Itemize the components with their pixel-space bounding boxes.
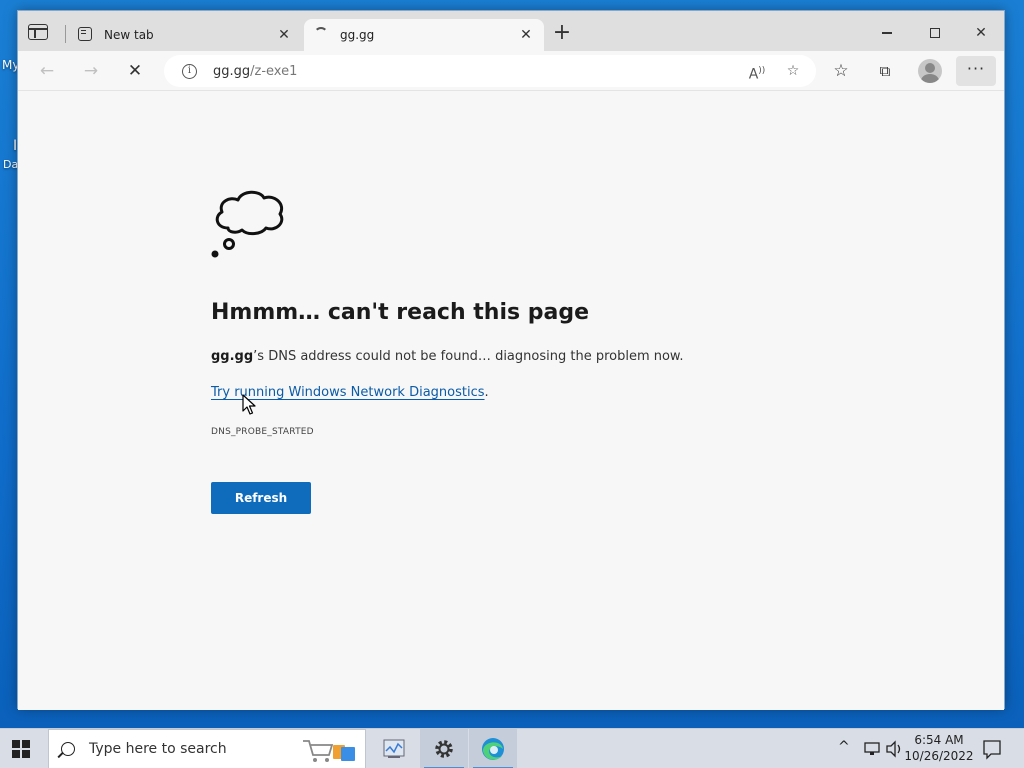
- edge-browser-icon: [482, 738, 504, 760]
- notification-icon: [983, 740, 1001, 760]
- taskbar-search[interactable]: Type here to search: [48, 729, 366, 768]
- maximize-button[interactable]: [912, 19, 958, 47]
- back-button[interactable]: ←: [34, 59, 60, 83]
- error-code: DNS_PROBE_STARTED: [211, 427, 314, 437]
- mouse-cursor-icon: [242, 394, 256, 415]
- minimize-icon: [882, 32, 892, 34]
- error-title: Hmmm… can't reach this page: [211, 300, 590, 325]
- profile-avatar[interactable]: [918, 59, 942, 83]
- url-host: gg.gg: [213, 63, 251, 79]
- collections-icon[interactable]: ⧉: [872, 59, 898, 83]
- thought-cloud-icon: [211, 190, 284, 258]
- search-icon: [61, 742, 75, 756]
- tab-actions-icon[interactable]: [28, 24, 48, 40]
- minimize-button[interactable]: [864, 19, 910, 47]
- tab-new-tab[interactable]: New tab ✕: [68, 19, 302, 51]
- site-info-icon[interactable]: i: [182, 63, 197, 79]
- close-window-button[interactable]: ✕: [958, 19, 1004, 47]
- close-tab-icon[interactable]: ✕: [276, 27, 292, 43]
- address-bar[interactable]: i gg.gg/z-exe1 A)) ☆: [164, 55, 816, 87]
- maximize-icon: [930, 28, 940, 38]
- error-description-text: ’s DNS address could not be found… diagn…: [253, 349, 684, 364]
- taskbar-app-task-manager[interactable]: [370, 729, 418, 768]
- link-suffix: .: [484, 385, 489, 400]
- notifications-button[interactable]: [982, 729, 1002, 768]
- start-button[interactable]: [12, 740, 30, 758]
- settings-and-more-button[interactable]: ···: [956, 56, 996, 86]
- new-tab-page-icon: [78, 27, 94, 43]
- clock[interactable]: 6:54 AM 10/26/2022: [904, 732, 974, 764]
- show-hidden-icons[interactable]: ^: [838, 729, 850, 768]
- read-aloud-icon[interactable]: A)): [744, 59, 770, 83]
- add-favorite-icon[interactable]: ☆: [780, 59, 806, 83]
- network-icon: [864, 742, 880, 755]
- error-host: gg.gg: [211, 349, 254, 364]
- taskbar-app-settings[interactable]: [420, 729, 468, 768]
- volume-tray[interactable]: [884, 729, 904, 768]
- tab-gg-gg[interactable]: gg.gg ✕: [304, 19, 544, 51]
- close-icon: ✕: [975, 25, 987, 41]
- refresh-button[interactable]: Refresh: [211, 482, 311, 514]
- task-manager-icon: [383, 739, 405, 758]
- tab-label: New tab: [104, 28, 154, 42]
- tab-label: gg.gg: [340, 28, 375, 42]
- network-tray[interactable]: [862, 729, 882, 768]
- clock-date: 10/26/2022: [904, 749, 974, 763]
- windows-logo-icon: [12, 740, 20, 748]
- tab-separator: [65, 25, 66, 43]
- search-placeholder: Type here to search: [89, 741, 227, 757]
- chevron-up-icon: ^: [838, 739, 850, 755]
- taskbar: Type here to search ^ 6:54 AM 10/26/2022: [0, 728, 1024, 768]
- favorites-icon[interactable]: ☆: [828, 59, 854, 83]
- taskbar-app-edge[interactable]: [469, 729, 517, 768]
- error-description: gg.gg’s DNS address could not be found… …: [211, 349, 684, 364]
- close-tab-icon[interactable]: ✕: [518, 27, 534, 43]
- shopping-cart-icon: [303, 740, 355, 762]
- desktop-icon-label[interactable]: Da: [3, 158, 18, 171]
- stop-loading-button[interactable]: ✕: [122, 59, 148, 83]
- loading-spinner-icon: [314, 27, 330, 43]
- error-page: Hmmm… can't reach this page gg.gg’s DNS …: [18, 92, 1004, 710]
- forward-button[interactable]: →: [78, 59, 104, 83]
- gear-icon: [435, 740, 453, 758]
- toolbar: ← → ✕ i gg.gg/z-exe1 A)) ☆ ☆ ⧉ ···: [18, 51, 1004, 91]
- tab-strip: New tab ✕ gg.gg ✕ + ✕: [18, 11, 1004, 51]
- url-text[interactable]: gg.gg/z-exe1: [213, 64, 744, 79]
- url-path: /z-exe1: [250, 63, 298, 79]
- browser-window: New tab ✕ gg.gg ✕ + ✕ ← → ✕ i gg.gg/z-ex…: [17, 10, 1005, 710]
- clock-time: 6:54 AM: [914, 733, 964, 747]
- new-tab-plus-icon[interactable]: +: [552, 22, 572, 44]
- volume-icon: [886, 740, 901, 758]
